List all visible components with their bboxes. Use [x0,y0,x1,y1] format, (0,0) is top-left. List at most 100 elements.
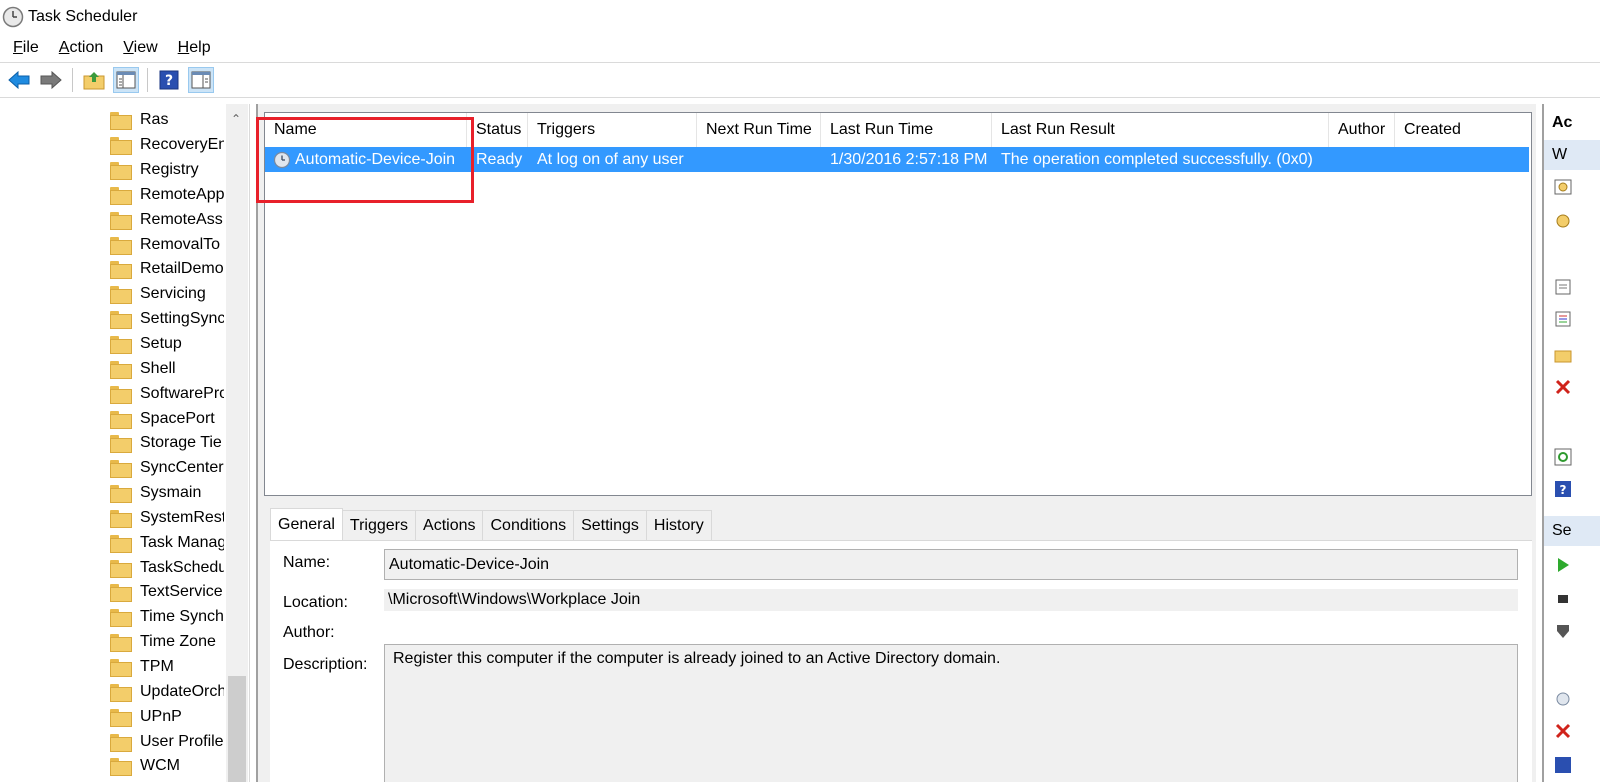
column-header-last-run-result[interactable]: Last Run Result [992,113,1329,147]
actions-section-selected-item[interactable]: Se [1544,516,1600,546]
description-field[interactable]: Register this computer if the computer i… [384,644,1518,782]
actions-section-folder[interactable]: W [1544,140,1600,170]
tree-item[interactable]: RetailDemo [110,257,224,282]
column-header-last-run-time[interactable]: Last Run Time [821,113,992,147]
delete-task-icon[interactable] [1554,722,1572,740]
tree-item-label: SettingSync [140,310,224,328]
folder-icon [110,236,132,255]
end-icon[interactable] [1554,590,1572,608]
tab-general[interactable]: General [270,508,343,540]
tab-conditions[interactable]: Conditions [482,510,575,540]
folder-icon [110,534,132,553]
tree-item[interactable]: UPnP [110,704,224,729]
tree-item[interactable]: RecoveryEn [110,133,224,158]
task-name-cell[interactable]: Automatic-Device-Join [265,147,467,172]
tree-item[interactable]: User Profile [110,729,224,754]
tree-item[interactable]: SystemRest [110,506,224,531]
tree-item[interactable]: SpacePort [110,406,224,431]
tree-item[interactable]: RemoteApp [110,183,224,208]
column-header-created[interactable]: Created [1395,113,1525,147]
tree-list: Ras RecoveryEn Registry RemoteApp RemoteAss R… [110,108,224,779]
tab-history[interactable]: History [645,510,712,540]
properties-icon[interactable] [1554,690,1572,708]
folder-icon [110,485,132,504]
tree-item[interactable]: Time Synch [110,605,224,630]
tab-actions[interactable]: Actions [415,510,484,540]
tree-item[interactable]: SyncCenter [110,456,224,481]
up-folder-button[interactable] [81,67,107,93]
table-row[interactable]: Automatic-Device-Join Ready At log on of… [265,147,1529,172]
show-hide-console-tree-button[interactable] [113,67,139,93]
console-tree[interactable]: Ras RecoveryEn Registry RemoteApp RemoteAss R… [0,104,250,782]
tree-item-label: Time Zone [140,633,216,651]
tab-triggers[interactable]: Triggers [341,510,417,540]
show-hide-action-pane-icon [191,71,211,89]
help-action-icon[interactable]: ? [1554,480,1572,498]
tree-item[interactable]: SettingSync [110,307,224,332]
forward-button[interactable] [38,67,64,93]
disable-icon[interactable] [1554,622,1572,640]
column-header-name[interactable]: Name [265,113,467,147]
column-header-status[interactable]: Status [467,113,528,147]
scroll-up-icon[interactable]: ⌃ [231,112,243,126]
tab-settings[interactable]: Settings [573,510,647,540]
toolbar-separator [147,68,148,92]
delete-folder-icon[interactable] [1554,378,1572,396]
back-button[interactable] [6,67,32,93]
tree-item[interactable]: Servicing [110,282,224,307]
task-clock-icon [273,151,291,168]
task-triggers: At log on of any user [537,150,684,168]
help-button[interactable]: ? [156,67,182,93]
menu-action[interactable]: Action [59,39,103,57]
menu-file[interactable]: File [13,39,39,57]
tree-item-label: Shell [140,359,176,377]
folder-icon [110,435,132,454]
column-header-next-run-time[interactable]: Next Run Time [697,113,821,147]
tree-item[interactable]: UpdateOrch [110,679,224,704]
display-running-tasks-icon[interactable] [1554,310,1572,328]
task-details-pane: General Triggers Actions Conditions Sett… [264,502,1532,782]
tree-item[interactable]: Task Manag [110,530,224,555]
new-folder-icon[interactable] [1554,346,1572,364]
location-field[interactable]: \Microsoft\Windows\Workplace Join [384,589,1518,611]
toolbar-separator [72,68,73,92]
tree-item[interactable]: TaskSchedu [110,555,224,580]
tree-item[interactable]: Shell [110,356,224,381]
tree-item[interactable]: Storage Tie [110,431,224,456]
name-field[interactable]: Automatic-Device-Join [384,549,1518,580]
details-tabs: General Triggers Actions Conditions Sett… [270,508,712,540]
tree-item[interactable]: TextService [110,580,224,605]
tree-item[interactable]: WCM [110,754,224,779]
menu-help[interactable]: Help [178,39,211,57]
column-header-author[interactable]: Author [1329,113,1395,147]
forward-icon [40,71,62,89]
scroll-thumb[interactable] [228,676,246,782]
tree-item[interactable]: SoftwarePro [110,381,224,406]
actions-pane: Ac W ? Se [1542,104,1600,782]
create-basic-task-icon[interactable] [1554,178,1572,196]
refresh-icon[interactable] [1554,448,1572,466]
tree-item-label: SpacePort [140,409,215,427]
tree-item[interactable]: RemovalTo [110,232,224,257]
folder-icon [110,609,132,628]
author-field[interactable] [384,621,1518,641]
import-task-icon[interactable] [1554,278,1572,296]
tree-item[interactable]: Ras [110,108,224,133]
tree-item[interactable]: RemoteAss [110,207,224,232]
show-hide-action-pane-button[interactable] [188,67,214,93]
menu-view[interactable]: View [123,39,157,57]
task-list[interactable]: Name Status Triggers Next Run Time Last … [256,112,1532,496]
folder-icon [110,336,132,355]
tree-item-label: RemoteApp [140,185,224,203]
help-selected-icon[interactable] [1554,756,1572,774]
tree-item-label: SoftwarePro [140,384,224,402]
run-icon[interactable] [1554,556,1572,574]
create-task-icon[interactable] [1554,212,1572,230]
column-header-triggers[interactable]: Triggers [528,113,697,147]
tree-item[interactable]: TPM [110,655,224,680]
tree-item[interactable]: Sysmain [110,481,224,506]
tree-item[interactable]: Time Zone [110,630,224,655]
tree-scrollbar[interactable]: ⌃ [226,104,248,782]
tree-item[interactable]: Setup [110,332,224,357]
tree-item[interactable]: Registry [110,158,224,183]
